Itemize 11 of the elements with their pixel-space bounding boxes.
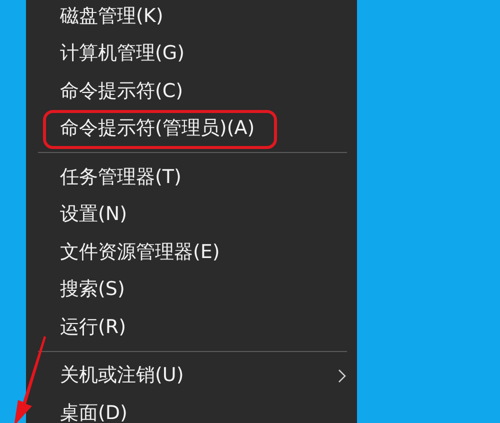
menu-item[interactable]: 命令提示符(C) xyxy=(60,78,184,104)
menu-item[interactable]: 运行(R) xyxy=(60,314,126,340)
menu-item[interactable]: 搜索(S) xyxy=(60,276,125,302)
menu-item[interactable]: 文件资源管理器(E) xyxy=(60,238,220,265)
menu-item[interactable]: 关机或注销(U) xyxy=(60,362,184,388)
menu-item[interactable]: 设置(N) xyxy=(60,201,128,228)
menu-item[interactable]: 磁盘管理(K) xyxy=(60,2,164,29)
menu-item[interactable]: 任务管理器(T) xyxy=(60,164,182,190)
menu-item[interactable]: 命令提示符(管理员)(A) xyxy=(60,115,255,142)
menu-item[interactable]: 计算机管理(G) xyxy=(60,40,185,66)
menu-item[interactable]: 桌面(D) xyxy=(60,400,128,423)
